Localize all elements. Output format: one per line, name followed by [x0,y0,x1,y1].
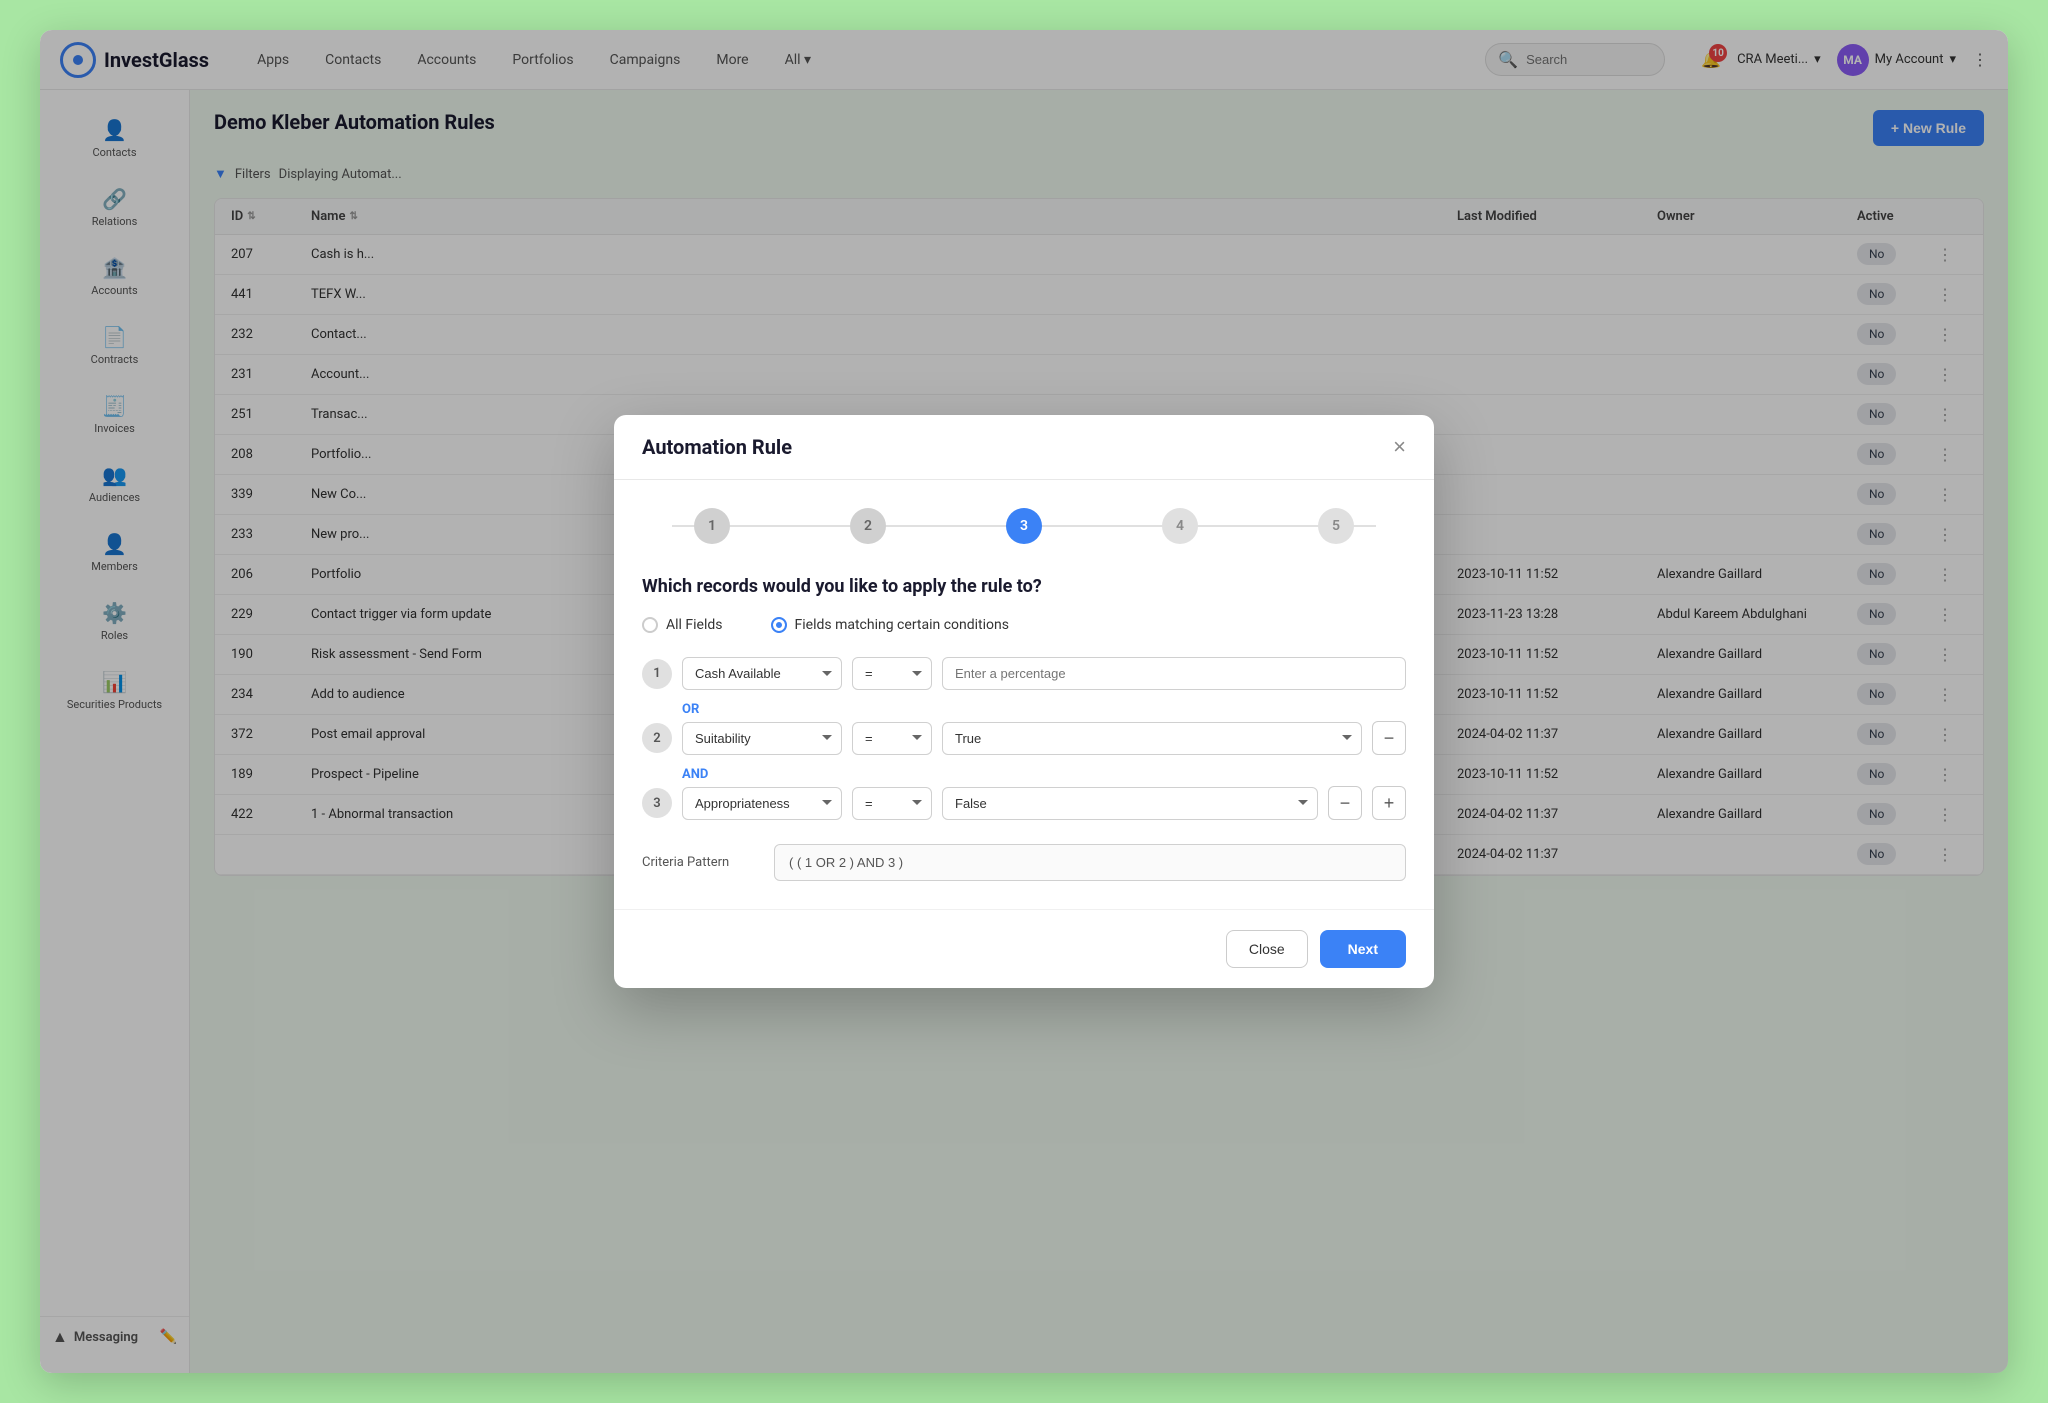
condition-2-operator-select[interactable]: = [852,722,932,755]
matching-conditions-label: Fields matching certain conditions [795,617,1009,633]
app-window: InvestGlass Apps Contacts Accounts Portf… [40,30,2008,1373]
step-indicator: 1 2 3 4 5 [642,508,1406,544]
condition-2-field-select[interactable]: Suitability [682,722,842,755]
step-4[interactable]: 4 [1162,508,1198,544]
modal-body: 1 2 3 4 5 [614,480,1434,909]
step-3[interactable]: 3 [1006,508,1042,544]
criteria-pattern-input[interactable] [774,844,1406,881]
condition-3-remove-button[interactable]: − [1328,786,1362,820]
modal-header: Automation Rule × [614,415,1434,480]
connector-or: OR [682,702,1406,717]
connector-and: AND [682,767,1406,782]
modal-title: Automation Rule [642,435,792,459]
condition-3-field-select[interactable]: Appropriateness [682,787,842,820]
conditions-container: 1 Cash Available = OR 2 [642,657,1406,881]
condition-row-1: 1 Cash Available = [642,657,1406,690]
condition-3-value-select[interactable]: False True [942,787,1318,820]
step-items: 1 2 3 4 5 [694,508,1354,544]
condition-3-operator-select[interactable]: = [852,787,932,820]
step-5[interactable]: 5 [1318,508,1354,544]
next-button[interactable]: Next [1320,930,1406,968]
criteria-pattern-row: Criteria Pattern [642,844,1406,881]
radio-matching-conditions[interactable]: Fields matching certain conditions [771,617,1009,633]
condition-number-3: 3 [642,788,672,818]
radio-all-fields[interactable]: All Fields [642,617,723,633]
condition-2-value-select[interactable]: True False [942,722,1362,755]
condition-1-operator-select[interactable]: = [852,657,932,690]
radio-btn-matching[interactable] [771,617,787,633]
automation-rule-modal: Automation Rule × 1 2 3 [614,415,1434,988]
condition-row-3: 3 Appropriateness = False True − + [642,786,1406,820]
criteria-pattern-label: Criteria Pattern [642,855,762,870]
condition-row-2: 2 Suitability = True False − [642,721,1406,755]
condition-1-value-input[interactable] [942,657,1406,690]
condition-2-remove-button[interactable]: − [1372,721,1406,755]
all-fields-label: All Fields [666,617,723,633]
condition-3-add-button[interactable]: + [1372,786,1406,820]
modal-footer: Close Next [614,909,1434,988]
radio-options: All Fields Fields matching certain condi… [642,617,1406,633]
modal-overlay: Automation Rule × 1 2 3 [40,30,2008,1373]
close-button[interactable]: Close [1226,930,1308,968]
condition-number-1: 1 [642,659,672,689]
modal-close-button[interactable]: × [1393,436,1406,458]
condition-1-field-select[interactable]: Cash Available [682,657,842,690]
condition-number-2: 2 [642,723,672,753]
radio-btn-all-fields[interactable] [642,617,658,633]
step-2[interactable]: 2 [850,508,886,544]
step-1[interactable]: 1 [694,508,730,544]
modal-question: Which records would you like to apply th… [642,576,1406,597]
